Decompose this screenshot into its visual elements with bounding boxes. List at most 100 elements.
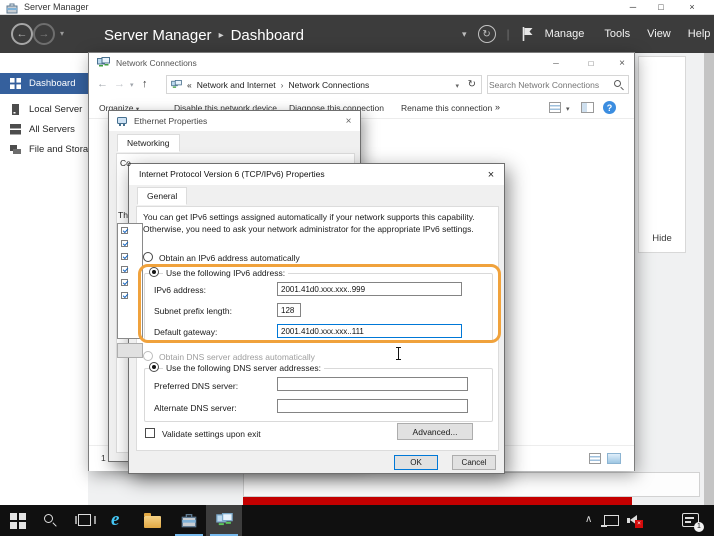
dashboard-scroll-strip[interactable] <box>704 53 714 505</box>
desktop: Server Manager ─ □ × ← → ▾ Server Manage… <box>0 0 714 536</box>
close-button[interactable]: × <box>476 164 506 185</box>
breadcrumb-page[interactable]: Dashboard <box>231 27 304 44</box>
mute-badge: × <box>635 520 643 528</box>
back-button[interactable]: ← <box>11 23 33 45</box>
close-icon: × <box>619 58 625 69</box>
tray-volume-muted-icon[interactable]: × <box>627 514 643 528</box>
radio-obtain-dns-auto-label: Obtain DNS server address automatically <box>159 352 315 362</box>
sidebar-item-file-storage[interactable]: File and Storag <box>0 139 88 159</box>
address-dropdown-caret-icon[interactable]: ▾ <box>455 82 459 90</box>
taskbar-search-icon[interactable] <box>44 514 53 523</box>
all-servers-icon <box>10 124 21 135</box>
crumb-network-connections[interactable]: Network Connections <box>288 80 369 90</box>
maximize-button[interactable]: □ <box>579 53 603 73</box>
intro-text-line1: You can get IPv6 settings assigned autom… <box>143 212 475 222</box>
radio-use-dns-addresses[interactable] <box>149 362 159 372</box>
menu-help[interactable]: Help <box>688 28 711 40</box>
tab-general[interactable]: General <box>137 187 187 205</box>
nav-forward-icon[interactable]: → <box>114 78 125 90</box>
ipv6-properties-dialog: Internet Protocol Version 6 (TCP/IPv6) P… <box>128 163 505 474</box>
search-box <box>487 75 629 94</box>
default-gateway-input[interactable] <box>277 324 462 338</box>
breadcrumb-root[interactable]: Server Manager <box>104 27 212 44</box>
radio-use-ipv6-address[interactable] <box>149 267 159 277</box>
address-bar: ← → ▾ ↑ « Network and Internet › Network… <box>89 73 634 97</box>
radio-use-dns-addresses-label[interactable]: Use the following DNS server addresses: <box>163 363 324 373</box>
view-options-caret-icon[interactable]: ▾ <box>566 105 570 113</box>
subnet-prefix-input[interactable] <box>277 303 301 317</box>
nav-history-caret-icon[interactable]: ▾ <box>60 29 64 38</box>
minimize-button[interactable]: ─ <box>622 0 644 14</box>
radio-obtain-ipv6-auto[interactable] <box>143 252 153 262</box>
crumb-network-and-internet[interactable]: Network and Internet <box>197 80 276 90</box>
help-button[interactable]: ? <box>603 101 616 114</box>
preview-pane-icon[interactable] <box>581 102 594 113</box>
local-server-icon <box>11 104 20 115</box>
maximize-button[interactable]: □ <box>650 0 672 14</box>
welcome-tile: Hide <box>638 56 686 253</box>
address-box[interactable]: « Network and Internet › Network Connect… <box>166 75 482 94</box>
close-button[interactable]: × <box>609 53 635 73</box>
radio-use-ipv6-address-label[interactable]: Use the following IPv6 address: <box>163 268 288 278</box>
window-title: Server Manager <box>24 2 89 12</box>
thumbnail-view-icon[interactable] <box>607 453 621 464</box>
internet-explorer-icon[interactable]: e <box>111 509 119 531</box>
network-connections-app-icon <box>97 57 110 68</box>
toolbar-overflow-icon[interactable]: » <box>495 102 500 112</box>
sidebar-item-all-servers[interactable]: All Servers <box>0 119 88 139</box>
protocol-item-checkbox[interactable] <box>121 253 128 260</box>
cancel-button[interactable]: Cancel <box>452 455 496 470</box>
ipv6-address-input[interactable] <box>277 282 462 296</box>
crumb-separator-icon: › <box>281 80 284 90</box>
protocol-item-checkbox[interactable] <box>121 292 128 299</box>
view-options-icon[interactable] <box>549 102 561 113</box>
file-explorer-icon[interactable] <box>144 516 161 528</box>
rename-connection-button[interactable]: Rename this connection <box>401 103 492 113</box>
nav-recent-caret-icon[interactable]: ▾ <box>130 81 134 89</box>
notifications-flag-icon[interactable] <box>521 26 534 42</box>
minimize-button[interactable]: ─ <box>544 53 568 73</box>
search-input[interactable] <box>489 77 607 92</box>
forward-icon: → <box>39 28 50 40</box>
ok-button[interactable]: OK <box>394 455 438 470</box>
preferred-dns-input[interactable] <box>277 377 468 391</box>
tray-expand-icon[interactable]: ∧ <box>585 514 592 525</box>
advanced-button[interactable]: Advanced... <box>397 423 473 440</box>
protocol-list[interactable] <box>117 223 143 339</box>
start-button[interactable] <box>10 513 26 529</box>
taskbar-server-manager[interactable] <box>172 505 206 536</box>
sidebar-item-local-server[interactable]: Local Server <box>0 99 88 119</box>
protocol-item-checkbox[interactable] <box>121 227 128 234</box>
nav-back-icon[interactable]: ← <box>97 78 108 90</box>
menu-view[interactable]: View <box>647 28 671 40</box>
protocol-item-checkbox[interactable] <box>121 240 128 247</box>
task-view-icon[interactable] <box>78 514 91 526</box>
protocol-item-checkbox[interactable] <box>121 279 128 286</box>
taskbar-network-connections[interactable] <box>206 505 242 536</box>
menu-manage[interactable]: Manage <box>545 28 585 40</box>
nav-up-icon[interactable]: ↑ <box>142 78 148 90</box>
details-view-icon[interactable] <box>589 453 601 464</box>
address-refresh-icon[interactable]: ↻ <box>468 79 476 90</box>
action-center-badge: 1 <box>694 522 704 532</box>
install-button-clipped[interactable] <box>117 343 143 358</box>
subnet-prefix-label: Subnet prefix length: <box>154 306 232 316</box>
sidebar-item-label: Local Server <box>29 104 82 115</box>
hide-button[interactable]: Hide <box>639 233 685 244</box>
radio-obtain-ipv6-auto-label[interactable]: Obtain an IPv6 address automatically <box>159 253 300 263</box>
sidebar-item-dashboard[interactable]: Dashboard <box>0 73 88 94</box>
refresh-button[interactable]: ↻ <box>478 25 496 43</box>
close-button[interactable]: × <box>335 111 362 131</box>
alternate-dns-label: Alternate DNS server: <box>154 403 237 413</box>
validate-settings-checkbox[interactable] <box>145 428 155 438</box>
validate-settings-label[interactable]: Validate settings upon exit <box>162 429 261 439</box>
notifications-caret-icon[interactable]: ▾ <box>462 29 467 40</box>
tab-networking[interactable]: Networking <box>117 134 180 152</box>
task-view-side-left <box>75 516 77 524</box>
intro-text-line2: Otherwise, you need to ask your network … <box>143 224 474 234</box>
close-button[interactable]: × <box>679 0 705 14</box>
protocol-item-checkbox[interactable] <box>121 266 128 273</box>
menu-tools[interactable]: Tools <box>604 28 630 40</box>
forward-button[interactable]: → <box>33 23 55 45</box>
alternate-dns-input[interactable] <box>277 399 468 413</box>
